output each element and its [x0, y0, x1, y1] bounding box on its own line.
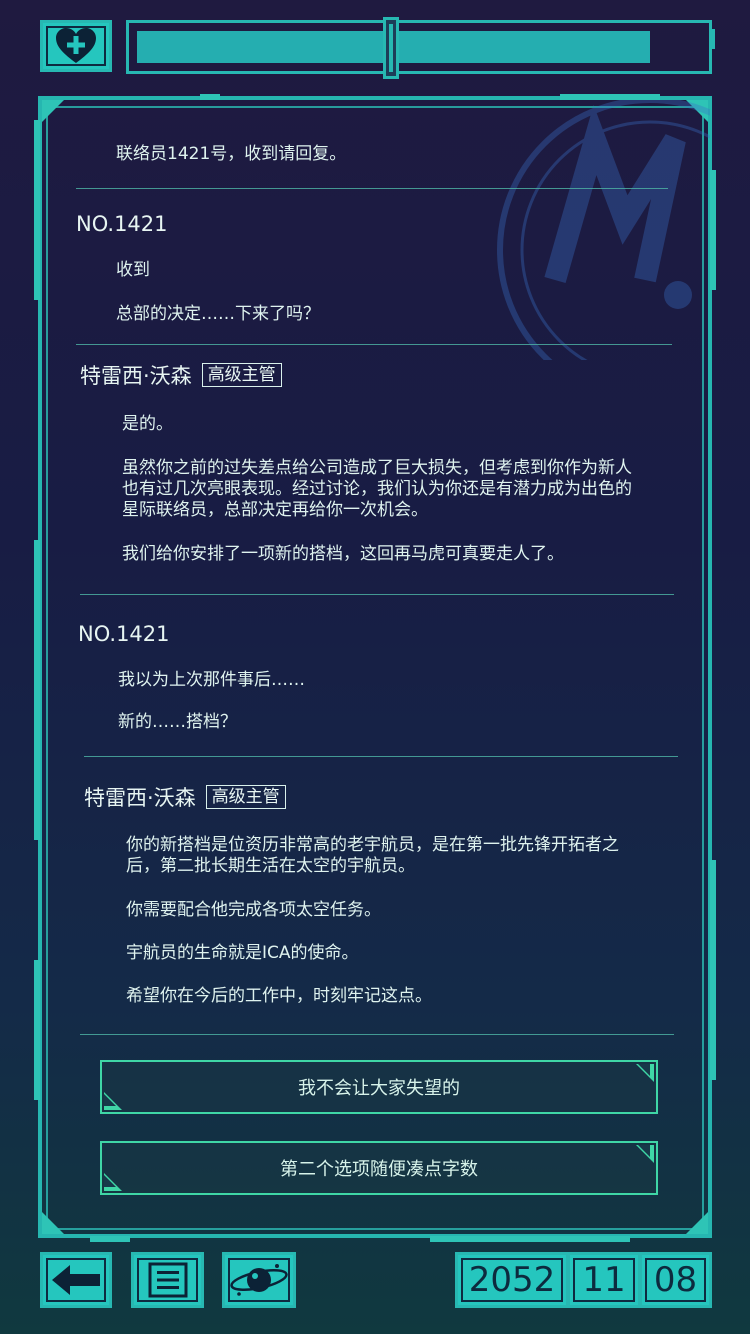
message-line: 是的。 [122, 414, 173, 434]
divider [80, 594, 674, 595]
month-text: 11 [582, 1260, 626, 1300]
frame-side-bar [34, 120, 40, 300]
message-line: 新的……搭档？ [118, 712, 237, 732]
progress-end-tick [709, 29, 715, 49]
corner-mark [638, 1145, 650, 1157]
message-line: 你需要配合他完成各项太空任务。 [126, 900, 381, 920]
frame-corner [42, 1212, 64, 1234]
status-progress-bar [126, 17, 715, 79]
speaker-name: NO.1421 [78, 622, 170, 646]
choice-label: 第二个选项随便凑点字数 [280, 1159, 478, 1180]
menu-button[interactable] [131, 1252, 204, 1308]
date-day: 08 [639, 1252, 712, 1308]
health-button[interactable] [40, 20, 112, 72]
choice-button-2[interactable]: 第二个选项随便凑点字数 [100, 1141, 658, 1195]
choice-button-1[interactable]: 我不会让大家失望的 [100, 1060, 658, 1114]
message-line: 我们给你安排了一项新的搭档，这回再马虎可真要走人了。 [122, 544, 564, 564]
rank-badge: 高级主管 [205, 785, 286, 809]
frame-side-bar [34, 960, 40, 1100]
speaker-name: 特雷西·沃森 高级主管 [80, 360, 282, 390]
back-button[interactable] [40, 1252, 112, 1308]
message-line: 总部的决定……下来了吗？ [116, 304, 320, 324]
frame-side-bar [710, 860, 716, 1080]
divider [76, 344, 672, 345]
planet-button[interactable] [222, 1252, 296, 1308]
speaker-label: NO.1421 [78, 622, 170, 646]
choice-label: 我不会让大家失望的 [298, 1078, 460, 1099]
planet-icon [230, 1264, 288, 1296]
speaker-label: 特雷西·沃森 [84, 786, 196, 810]
divider [80, 1034, 674, 1035]
speaker-label: 特雷西·沃森 [80, 364, 192, 388]
speaker-name: NO.1421 [76, 212, 168, 236]
progress-knob[interactable] [383, 17, 399, 79]
menu-list-icon [148, 1262, 187, 1298]
year-text: 2052 [468, 1260, 556, 1300]
divider [84, 756, 678, 757]
message-line: 收到 [116, 260, 150, 280]
message-line: 你的新搭档是位资历非常高的老宇航员，是在第一批先锋开拓者之后，第二批长期生活在太… [126, 835, 619, 876]
rank-badge: 高级主管 [201, 363, 282, 387]
frame-bottom-bar [430, 1236, 630, 1242]
frame-corner [686, 1212, 708, 1234]
corner-mark [104, 1175, 116, 1187]
speaker-label: NO.1421 [76, 212, 168, 236]
frame-top-bar [200, 94, 220, 100]
back-arrow-icon [52, 1265, 100, 1295]
previous-message: 联络员1421号，收到请回复。 [116, 144, 347, 164]
frame-side-bar [34, 540, 40, 840]
frame-bottom-bar [90, 1236, 130, 1242]
message-line: 我以为上次那件事后…… [118, 670, 305, 690]
corner-mark [638, 1064, 650, 1076]
divider [76, 188, 668, 189]
corner-mark [104, 1094, 116, 1106]
frame-top-bar [560, 94, 660, 100]
date-year: 2052 [455, 1252, 569, 1308]
message-line: 希望你在今后的工作中，时刻牢记这点。 [126, 986, 432, 1006]
day-text: 08 [653, 1260, 698, 1300]
frame-side-bar [710, 170, 716, 290]
message-line: 虽然你之前的过失差点给公司造成了巨大损失，但考虑到你作为新人也有过几次亮眼表现。… [122, 458, 632, 520]
speaker-name: 特雷西·沃森 高级主管 [84, 782, 286, 812]
date-month: 11 [567, 1252, 641, 1308]
frame-corner [686, 100, 708, 122]
message-line: 宇航员的生命就是ICA的使命。 [126, 943, 359, 963]
frame-corner [42, 100, 64, 122]
heart-plus-icon [54, 27, 98, 65]
